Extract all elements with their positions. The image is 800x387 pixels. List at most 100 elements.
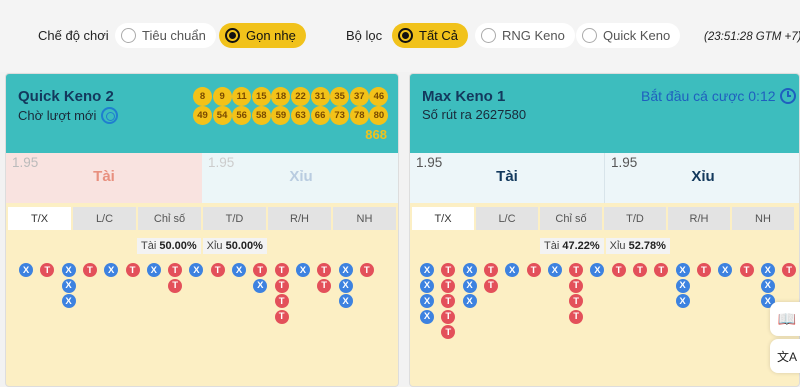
- game-title[interactable]: Quick Keno 2: [18, 88, 114, 105]
- tai-stat: Tài 50.00%: [137, 238, 201, 254]
- tai-marker: T: [40, 263, 55, 277]
- result-ball: 18: [271, 87, 291, 106]
- tai-marker: T: [125, 263, 140, 277]
- xiu-marker: X: [675, 278, 690, 293]
- game-title[interactable]: Max Keno 1: [422, 88, 505, 105]
- radio-icon: [481, 28, 496, 43]
- tai-marker: T: [210, 263, 225, 277]
- result-ball: 73: [330, 106, 350, 125]
- tab-nh[interactable]: NH: [732, 207, 794, 230]
- xiu-marker: X: [462, 278, 477, 293]
- bet-name: Xỉu: [289, 168, 313, 185]
- filter-quick-keno-radio[interactable]: Quick Keno: [576, 23, 681, 48]
- result-ball: 35: [330, 87, 350, 106]
- tab-ch-s-[interactable]: Chỉ số: [138, 207, 201, 230]
- tai-marker: T: [633, 263, 647, 277]
- card-header: Max Keno 1 Số rút ra 2627580 Bắt đầu cá …: [410, 74, 799, 153]
- tai-marker: T: [782, 263, 797, 277]
- status-text: Chờ lượt mới: [18, 108, 97, 123]
- tab-t-x[interactable]: T/X: [8, 207, 71, 230]
- server-clock: (23:51:28 GTM +7): [704, 31, 800, 43]
- xiu-stat: Xỉu 52.78%: [605, 238, 670, 254]
- tab-t-d[interactable]: T/D: [203, 207, 266, 230]
- tab-l-c[interactable]: L/C: [73, 207, 136, 230]
- tai-marker: T: [569, 309, 584, 324]
- tai-marker: T: [168, 278, 183, 293]
- tai-marker: T: [441, 294, 456, 308]
- xiu-marker: X: [232, 263, 246, 277]
- mode-standard-label: Tiêu chuẩn: [142, 28, 206, 43]
- bet-xiu-button[interactable]: 1.95 Xỉu: [604, 153, 799, 203]
- filter-all-radio[interactable]: Tất Cả: [392, 23, 469, 48]
- xiu-marker: X: [760, 278, 775, 293]
- tai-marker: T: [654, 263, 669, 277]
- result-ball: 9: [212, 87, 232, 106]
- tab-l-c[interactable]: L/C: [476, 207, 538, 230]
- tai-marker: T: [441, 325, 456, 339]
- tai-marker: T: [483, 278, 498, 293]
- game-status: Chờ lượt mới: [18, 107, 119, 124]
- result-ball: 49: [193, 106, 212, 125]
- tai-marker: T: [696, 263, 711, 277]
- tai-stat: Tài 47.22%: [540, 238, 604, 254]
- result-ball: 58: [251, 106, 271, 125]
- result-ball: 54: [212, 106, 232, 125]
- tai-marker: T: [82, 263, 97, 277]
- filter-quick-keno-label: Quick Keno: [603, 28, 671, 43]
- game-card-quick-keno-2: Quick Keno 2 Chờ lượt mới 8 9 11 15 18 22 31 35…: [5, 73, 399, 387]
- tab-t-x[interactable]: T/X: [412, 207, 474, 230]
- xiu-marker: X: [104, 263, 119, 277]
- mode-label: Chế độ chơi: [38, 28, 109, 43]
- filter-rng-keno-radio[interactable]: RNG Keno: [475, 23, 575, 48]
- xiu-marker: X: [675, 263, 690, 277]
- xiu-stat: Xỉu 50.00%: [202, 238, 267, 254]
- mode-compact-radio[interactable]: Gọn nhẹ: [219, 23, 306, 48]
- result-total: 868: [365, 127, 387, 142]
- card-header: Quick Keno 2 Chờ lượt mới 8 9 11 15 18 22 31 35…: [6, 74, 398, 153]
- result-ball: 56: [232, 106, 252, 125]
- tai-marker: T: [441, 263, 456, 277]
- tai-marker: T: [483, 263, 498, 277]
- tai-marker: T: [569, 294, 584, 308]
- bet-tai-button[interactable]: 1.95 Tài: [410, 153, 604, 203]
- result-ball: 66: [310, 106, 330, 125]
- bet-name: Tài: [496, 168, 518, 185]
- alarm-clock-icon: [779, 88, 796, 104]
- tai-marker: T: [253, 263, 268, 277]
- translate-button[interactable]: 文A: [770, 339, 800, 373]
- tai-marker: T: [168, 263, 183, 277]
- xiu-marker: X: [338, 278, 353, 293]
- stat-tabs: T/X L/C Chỉ số T/D R/H NH: [8, 207, 398, 230]
- xiu-marker: X: [505, 263, 520, 277]
- xiu-marker: X: [61, 294, 76, 308]
- tab-nh[interactable]: NH: [333, 207, 396, 230]
- tab-r-h[interactable]: R/H: [668, 207, 730, 230]
- xiu-marker: X: [547, 263, 562, 277]
- bet-name: Tài: [93, 168, 115, 185]
- xiu-marker: X: [590, 263, 605, 277]
- result-ball: 46: [369, 87, 389, 106]
- result-ball: 59: [271, 106, 291, 125]
- betting-countdown: Bắt đầu cá cược 0:12: [641, 88, 796, 104]
- tab-t-d[interactable]: T/D: [604, 207, 666, 230]
- tab-ch-s-[interactable]: Chỉ số: [540, 207, 602, 230]
- xiu-marker: X: [420, 309, 434, 324]
- tai-marker: T: [274, 294, 289, 308]
- xiu-marker: X: [420, 294, 434, 308]
- tai-marker: T: [317, 263, 332, 277]
- xiu-marker: X: [19, 263, 33, 277]
- tab-r-h[interactable]: R/H: [268, 207, 331, 230]
- filter-label: Bộ lọc: [346, 28, 383, 43]
- bet-xiu-button[interactable]: 1.95 Xỉu: [202, 153, 398, 203]
- mode-standard-radio[interactable]: Tiêu chuẩn: [115, 23, 216, 48]
- filter-all-label: Tất Cả: [419, 28, 459, 43]
- waiting-icon: [101, 107, 119, 124]
- tai-marker: T: [274, 263, 289, 277]
- book-button[interactable]: 📖: [770, 302, 800, 336]
- xiu-marker: X: [675, 294, 690, 308]
- tai-marker: T: [274, 278, 289, 293]
- tai-marker: T: [274, 309, 289, 324]
- stat-tabs: T/X L/C Chỉ số T/D R/H NH: [412, 207, 796, 230]
- bet-tai-button[interactable]: 1.95 Tài: [6, 153, 202, 203]
- result-ball: 80: [369, 106, 389, 125]
